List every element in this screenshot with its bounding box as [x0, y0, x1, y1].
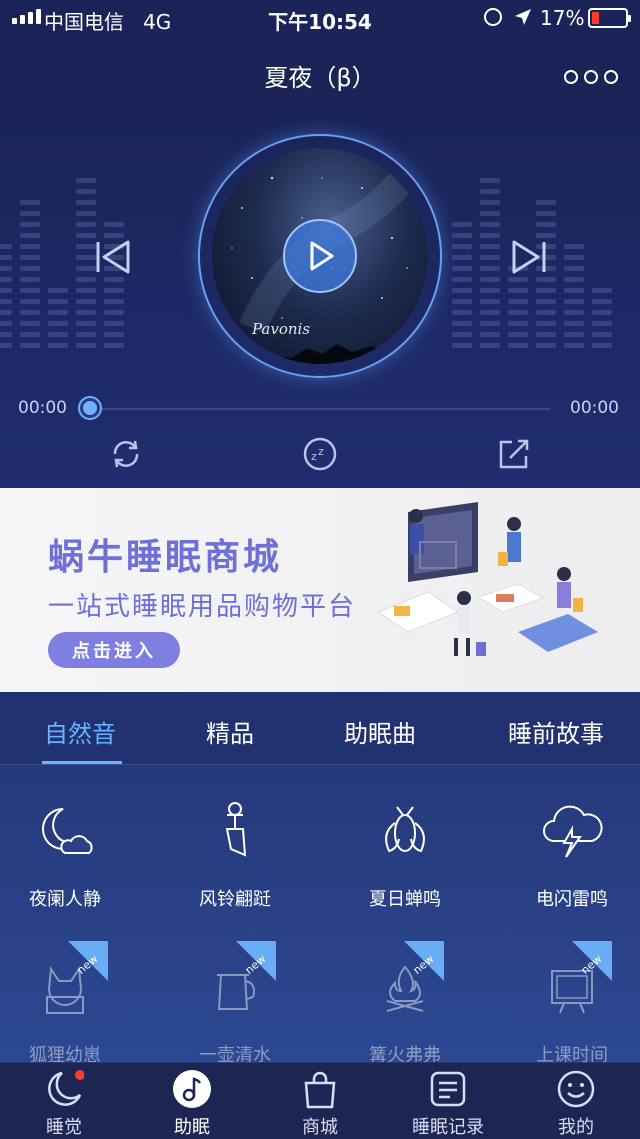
more-button[interactable]: [564, 70, 618, 84]
sound-item[interactable]: 一壶清水: [155, 765, 315, 1062]
mall-banner[interactable]: 蜗牛睡眠商城 一站式睡眠用品购物平台 点击进入: [0, 488, 640, 692]
rotation-lock-icon: [484, 8, 502, 26]
sound-item[interactable]: 篝火弗弗: [325, 765, 485, 1062]
nav-label: 助眠: [174, 1117, 210, 1138]
nav-label: 商城: [302, 1117, 338, 1138]
nav-label: 睡觉: [46, 1117, 82, 1138]
battery-percent: 17%: [540, 6, 585, 30]
banner-title: 蜗牛睡眠商城: [48, 537, 283, 578]
nav-sleep-record[interactable]: 睡眠记录: [384, 1063, 512, 1139]
nav-mall[interactable]: 商城: [256, 1063, 384, 1139]
nav-sleep-aid[interactable]: 助眠: [128, 1063, 256, 1139]
svg-text:z: z: [318, 445, 324, 458]
new-badge: new: [572, 941, 612, 981]
battery-icon: [588, 8, 631, 28]
location-icon: [515, 9, 531, 25]
shopping-bag-icon: [304, 1071, 336, 1109]
page-title: 夏夜（β）: [264, 64, 376, 92]
previous-button[interactable]: [92, 236, 134, 278]
nav-label: 我的: [558, 1117, 594, 1138]
bottom-nav: 睡觉 助眠 商城 睡眠记录 我的: [0, 1062, 640, 1139]
sound-label: 一壶清水: [199, 1045, 271, 1062]
new-badge: new: [404, 941, 444, 981]
play-icon: [310, 241, 334, 271]
new-badge: new: [236, 941, 276, 981]
smile-icon: [557, 1070, 595, 1108]
record-icon: [430, 1071, 466, 1107]
next-button[interactable]: [508, 236, 550, 278]
total-time: 00:00: [570, 398, 619, 418]
status-bar: 中国电信 4G 下午10:54 17%: [0, 0, 640, 36]
play-button[interactable]: [283, 219, 357, 293]
notification-dot: [75, 1070, 84, 1080]
shopping-illustration: [376, 502, 598, 656]
current-time: 00:00: [18, 398, 67, 418]
sound-label: 篝火弗弗: [369, 1045, 441, 1062]
nav-sleep[interactable]: 睡觉: [0, 1063, 128, 1139]
active-tab-indicator: [42, 761, 122, 764]
moon-icon: [48, 1070, 84, 1106]
new-badge: new: [68, 941, 108, 981]
tab-bedtime-stories[interactable]: 睡前故事: [508, 714, 604, 749]
sound-item[interactable]: 上课时间: [492, 765, 640, 1062]
loop-button[interactable]: [108, 436, 144, 472]
music-note-icon: [173, 1070, 211, 1108]
more-icon-dot: [604, 70, 618, 84]
enter-mall-button[interactable]: 点击进入: [48, 632, 180, 668]
category-tabs: 自然音 精品 助眠曲 睡前故事: [0, 692, 640, 765]
sleep-timer-button[interactable]: z z: [302, 436, 338, 472]
progress-thumb[interactable]: [80, 398, 100, 418]
tab-sleep-music[interactable]: 助眠曲: [344, 714, 416, 749]
share-button[interactable]: [496, 436, 532, 472]
more-icon-dot: [564, 70, 578, 84]
progress-track[interactable]: [92, 408, 550, 410]
nav-profile[interactable]: 我的: [512, 1063, 640, 1139]
cover-watermark: Pavonis: [251, 320, 310, 338]
sound-item[interactable]: 狐狸幼崽: [0, 765, 145, 1062]
sound-label: 狐狸幼崽: [29, 1045, 101, 1062]
svg-text:z: z: [311, 450, 317, 463]
sound-grid: 夜阑人静 风铃翩跹 夏日蝉鸣 电闪雷鸣 狐狸幼崽 一壶清水 篝火弗弗 上课时间 …: [0, 765, 640, 1062]
banner-subtitle: 一站式睡眠用品购物平台: [48, 592, 357, 622]
sound-label: 上课时间: [536, 1045, 608, 1062]
player-panel: Pavonis 00:00 00:00 z z: [0, 108, 640, 488]
more-icon-dot: [584, 70, 598, 84]
nav-label: 睡眠记录: [412, 1117, 484, 1138]
header: 夏夜（β）: [0, 36, 640, 109]
tab-premium[interactable]: 精品: [206, 714, 254, 749]
tab-nature-sounds[interactable]: 自然音: [44, 714, 116, 749]
